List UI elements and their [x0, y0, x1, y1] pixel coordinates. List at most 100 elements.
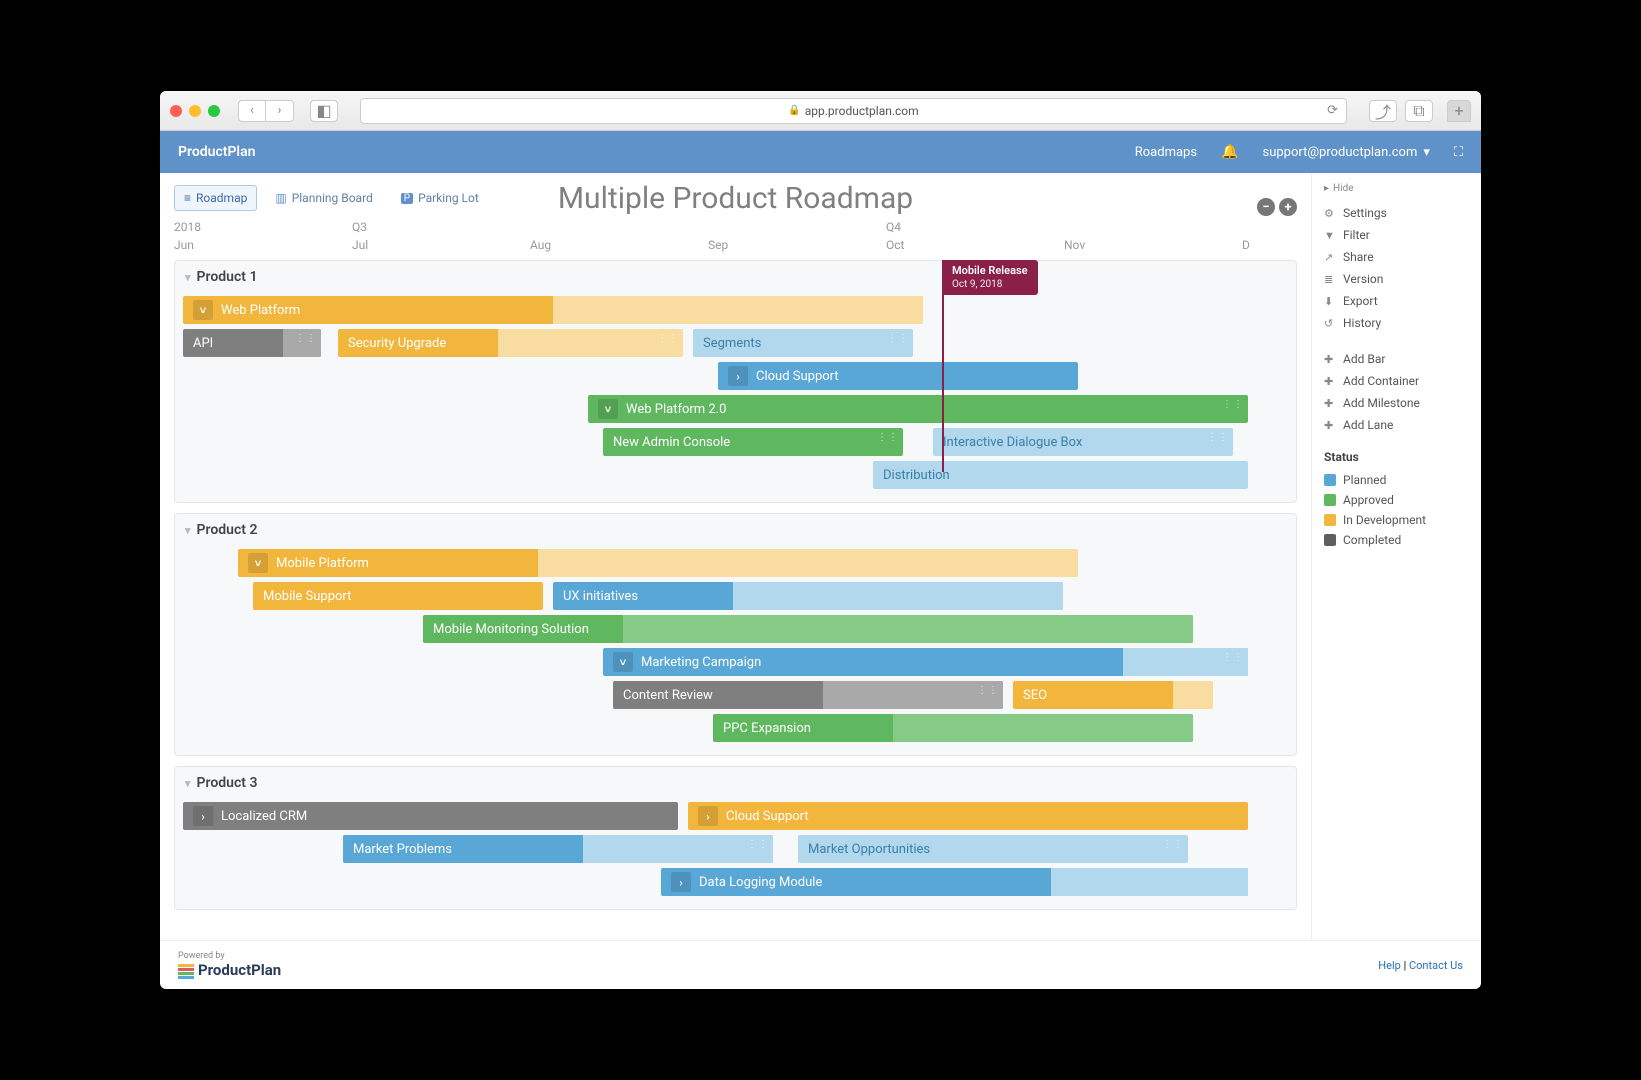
- month-jun: Jun: [174, 238, 194, 252]
- drag-handle-icon[interactable]: ⋮⋮: [887, 333, 909, 344]
- bar-mobile-platform[interactable]: ˅Mobile Platform: [238, 549, 1078, 577]
- footer-logo[interactable]: ProductPlan: [178, 961, 281, 979]
- bar-api[interactable]: API ⋮⋮: [183, 329, 321, 357]
- bar-web-platform-2[interactable]: ˅Web Platform 2.0⋮⋮: [588, 395, 1248, 423]
- bar-marketing[interactable]: ˅Marketing Campaign ⋮⋮: [603, 648, 1248, 676]
- bar-security-upgrade[interactable]: Security Upgrade ⋮⋮: [338, 329, 683, 357]
- bar-monitoring[interactable]: Mobile Monitoring Solution: [423, 615, 1193, 643]
- bar-ux-initiatives[interactable]: UX initiatives: [553, 582, 1063, 610]
- bar-seo[interactable]: SEO: [1013, 681, 1213, 709]
- add-container-button[interactable]: ✚Add Container: [1324, 370, 1469, 392]
- month-jul: Jul: [352, 238, 368, 252]
- drag-handle-icon[interactable]: ⋮⋮: [1207, 432, 1229, 443]
- contact-link[interactable]: Contact Us: [1409, 959, 1463, 972]
- fullscreen-icon[interactable]: ⛶: [1454, 145, 1463, 160]
- menu-export[interactable]: ⬇Export: [1324, 290, 1469, 312]
- drag-handle-icon[interactable]: ⋮⋮: [1162, 839, 1184, 850]
- hide-label: Hide: [1333, 183, 1354, 194]
- bar-mobile-support[interactable]: Mobile Support: [253, 582, 543, 610]
- bar-progress-remaining: [583, 835, 773, 863]
- menu-share[interactable]: ↗ Share: [1324, 246, 1469, 268]
- forward-button[interactable]: ›: [266, 100, 294, 122]
- year-label: 2018: [174, 220, 201, 234]
- share-icon[interactable]: ⤴: [1369, 100, 1397, 122]
- drag-handle-icon[interactable]: ⋮⋮: [657, 333, 679, 344]
- back-button[interactable]: ‹: [238, 100, 266, 122]
- legend-label: In Development: [1343, 513, 1426, 527]
- brand-logo[interactable]: ProductPlan: [178, 144, 255, 160]
- legend-swatch: [1324, 514, 1336, 526]
- bar-data-logging[interactable]: ›Data Logging Module: [661, 868, 1248, 896]
- url-bar[interactable]: 🔒 app.productplan.com ⟳: [360, 98, 1347, 124]
- menu-settings[interactable]: ⚙Settings: [1324, 202, 1469, 224]
- gear-icon: ⚙: [1324, 207, 1336, 220]
- tab-roadmap[interactable]: ≡Roadmap: [174, 185, 257, 211]
- share-icon: ↗: [1324, 251, 1336, 264]
- footer-logo-text: ProductPlan: [198, 961, 281, 979]
- lane-header[interactable]: ▾Product 2: [175, 514, 1296, 546]
- add-lane-button[interactable]: ✚Add Lane: [1324, 414, 1469, 436]
- tab-parking-lot[interactable]: PParking Lot: [391, 185, 489, 211]
- zoom-out-button[interactable]: −: [1257, 198, 1275, 216]
- bar-content-review[interactable]: Content Review ⋮⋮: [613, 681, 1003, 709]
- drag-handle-icon[interactable]: ⋮⋮: [877, 432, 899, 443]
- menu-label: Add Container: [1343, 374, 1419, 388]
- menu-label: Add Bar: [1343, 352, 1385, 366]
- menu-filter[interactable]: ▼Filter: [1324, 224, 1469, 246]
- bar-web-platform[interactable]: ˅Web Platform⋮⋮: [183, 296, 923, 324]
- menu-history[interactable]: ↺History: [1324, 312, 1469, 334]
- new-tab-button[interactable]: +: [1447, 100, 1471, 122]
- lane-header[interactable]: ▾Product 3: [175, 767, 1296, 799]
- milestone-marker[interactable]: Mobile Release Oct 9, 2018: [942, 260, 944, 472]
- menu-label: History: [1343, 316, 1381, 330]
- hide-panel-button[interactable]: ▸ Hide: [1324, 183, 1469, 194]
- reload-icon[interactable]: ⟳: [1327, 103, 1338, 118]
- menu-label: Version: [1343, 272, 1383, 286]
- add-milestone-button[interactable]: ✚Add Milestone: [1324, 392, 1469, 414]
- tabs-icon[interactable]: ⧉: [1405, 100, 1433, 122]
- bar-market-opps[interactable]: Market Opportunities⋮⋮: [798, 835, 1188, 863]
- drag-handle-icon[interactable]: ⋮⋮: [1222, 652, 1244, 663]
- bar-cloud-support-p3[interactable]: ›Cloud Support: [688, 802, 1248, 830]
- tab-planning-board[interactable]: ▥Planning Board: [265, 185, 382, 211]
- bell-icon[interactable]: 🔔: [1221, 144, 1238, 160]
- lane-header[interactable]: ▾Product 1: [175, 261, 1296, 293]
- user-menu[interactable]: support@productplan.com ▾: [1263, 145, 1430, 160]
- close-icon[interactable]: [170, 105, 182, 117]
- footer-links: Help | Contact Us: [1378, 959, 1463, 972]
- drag-handle-icon[interactable]: ⋮⋮: [1222, 399, 1244, 410]
- menu-version[interactable]: ≣Version: [1324, 268, 1469, 290]
- drag-handle-icon[interactable]: ⋮⋮: [977, 685, 999, 696]
- help-link[interactable]: Help: [1378, 959, 1401, 972]
- nav-roadmaps[interactable]: Roadmaps: [1135, 145, 1197, 160]
- bar-dialogue-box[interactable]: Interactive Dialogue Box⋮⋮: [933, 428, 1233, 456]
- window-controls[interactable]: [170, 105, 220, 117]
- add-bar-button[interactable]: ✚ Add Bar: [1324, 348, 1469, 370]
- lane-title-text: Product 3: [197, 775, 258, 791]
- bar-admin-console[interactable]: New Admin Console⋮⋮: [603, 428, 903, 456]
- drag-handle-icon[interactable]: ⋮⋮: [747, 839, 769, 850]
- bar-market-problems[interactable]: Market Problems ⋮⋮: [343, 835, 773, 863]
- menu-label: Add Lane: [1343, 418, 1393, 432]
- parking-icon: P: [401, 193, 413, 204]
- minimize-icon[interactable]: [189, 105, 201, 117]
- bar-cloud-support[interactable]: ›Cloud Support: [718, 362, 1078, 390]
- menu-label: Share: [1343, 250, 1374, 264]
- legend-in-development: In Development: [1324, 510, 1469, 530]
- milestone-flag[interactable]: Mobile Release Oct 9, 2018: [942, 260, 1038, 295]
- sidebar-toggle-icon[interactable]: ◧: [310, 100, 338, 122]
- lane-title-text: Product 2: [197, 522, 258, 538]
- bar-ppc[interactable]: PPC Expansion: [713, 714, 1193, 742]
- zoom-in-button[interactable]: +: [1279, 198, 1297, 216]
- bar-segments[interactable]: Segments⋮⋮: [693, 329, 913, 357]
- legend-swatch: [1324, 494, 1336, 506]
- bar-localized-crm[interactable]: ›Localized CRM: [183, 802, 678, 830]
- maximize-icon[interactable]: [208, 105, 220, 117]
- drag-handle-icon[interactable]: ⋮⋮: [295, 333, 317, 344]
- bar-distribution[interactable]: Distribution: [873, 461, 1248, 489]
- milestone-date: Oct 9, 2018: [952, 278, 1028, 291]
- timeline-header: 2018 Q3 Q4 Jun Jul Aug Sep Oct Nov D: [160, 220, 1311, 254]
- plus-icon: ✚: [1324, 353, 1336, 366]
- bar-label: Cloud Support: [756, 369, 839, 384]
- milestone-title: Mobile Release: [952, 264, 1028, 278]
